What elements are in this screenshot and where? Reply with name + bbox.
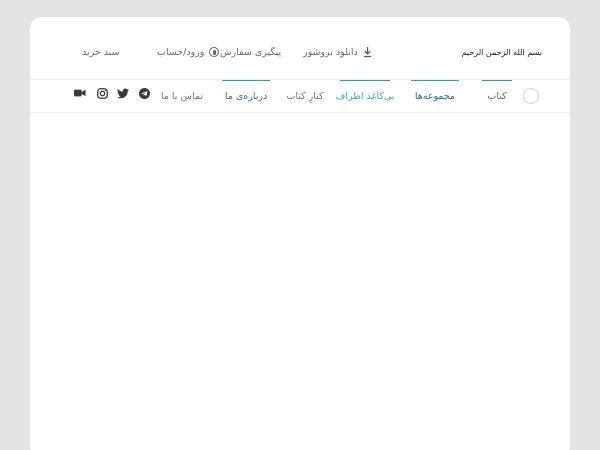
nav-item-contact[interactable]: تماس با ما <box>155 80 209 112</box>
track-order-link[interactable]: پیگیری سفارش <box>220 45 281 59</box>
page-card: بسم الله الرحمن الرحیم دانلود بروشور پیگ… <box>30 17 570 450</box>
nav-item-about[interactable]: درباره‌ی ما <box>220 80 272 112</box>
menu-toggle-button[interactable] <box>523 88 539 104</box>
login-account-label: ورود/حساب <box>157 46 205 58</box>
twitter-icon[interactable] <box>117 87 129 99</box>
nav-item-book[interactable]: کتاب <box>477 80 517 112</box>
nav-item-label: کتاب <box>487 90 507 102</box>
download-brochure-label: دانلود بروشور <box>303 46 358 58</box>
instagram-icon[interactable] <box>96 87 108 99</box>
nav-item-label: مجموعه‌ها <box>414 90 456 102</box>
cart-label: سبد خرید <box>82 46 120 58</box>
nav-item-label: درباره‌ی ما <box>224 90 268 102</box>
download-brochure-link[interactable]: دانلود بروشور <box>303 45 372 59</box>
video-icon[interactable] <box>74 87 86 99</box>
nav-item-label: تماس با ما <box>160 90 204 102</box>
login-account-link[interactable]: ورود/حساب <box>157 45 220 59</box>
nav-item-collections[interactable]: مجموعه‌ها <box>410 80 460 112</box>
download-icon <box>363 46 371 57</box>
nav-item-label: کنارِ کتاب <box>286 90 324 102</box>
track-order-label: پیگیری سفارش <box>220 46 282 58</box>
user-icon <box>209 47 220 57</box>
nav-item-label: بی‌کاغذ اطراف <box>335 90 395 102</box>
telegram-icon[interactable] <box>138 87 150 99</box>
nav-item-besides-book[interactable]: کنارِ کتاب <box>285 80 325 112</box>
site-title: بسم الله الرحمن الرحیم <box>461 48 542 57</box>
nav-item-paperless[interactable]: بی‌کاغذ اطراف <box>335 80 395 112</box>
main-content <box>30 113 570 450</box>
cart-link[interactable]: سبد خرید <box>82 45 120 59</box>
